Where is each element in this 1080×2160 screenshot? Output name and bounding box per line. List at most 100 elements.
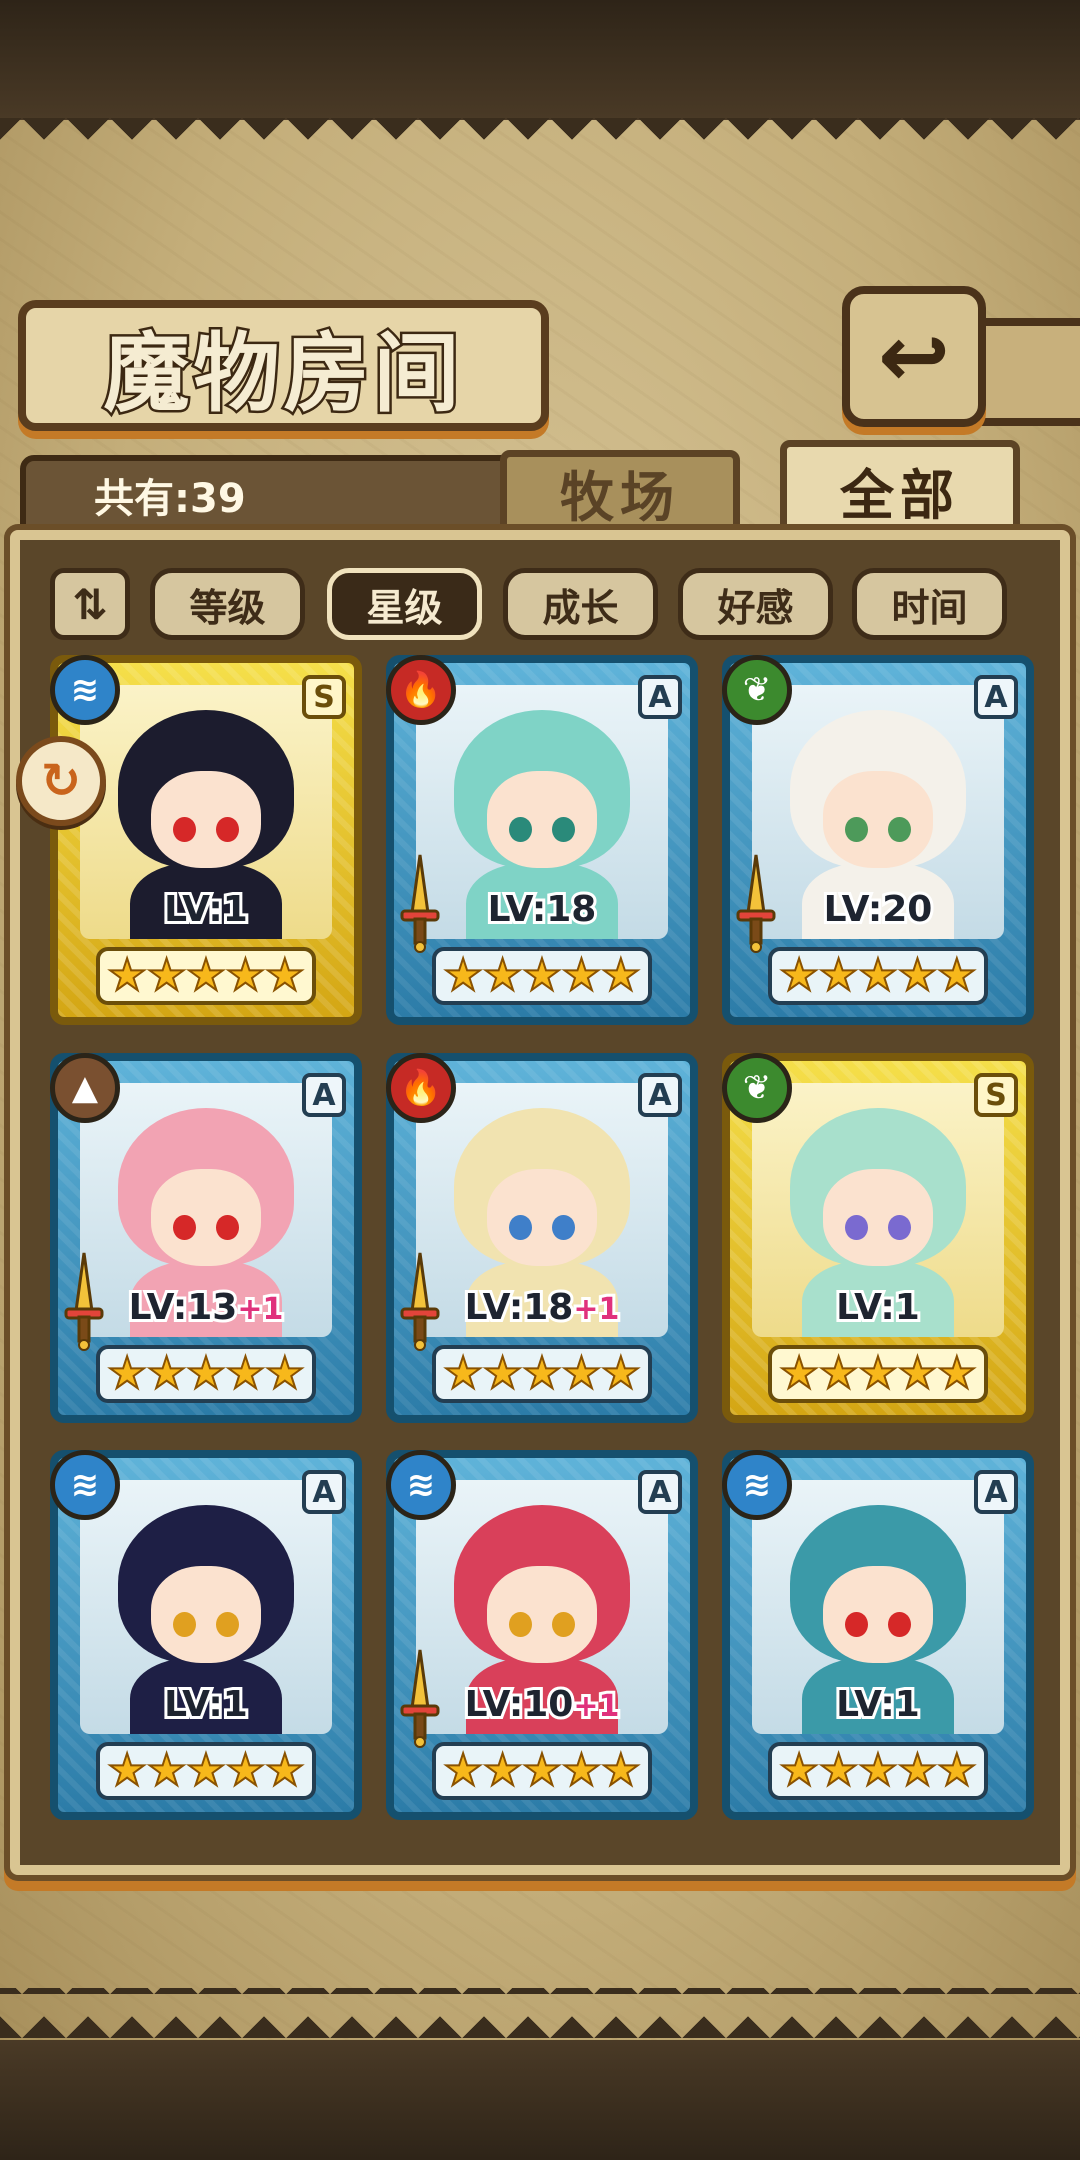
monster-card[interactable]: 🔥 A LV:18 ★ ★ ★ ★ ★ (386, 655, 698, 1025)
level-bonus: +1 (570, 1289, 622, 1330)
monster-face (486, 771, 598, 868)
star-icon: ★ (936, 1348, 977, 1399)
monster-level: LV:10+1 (462, 1681, 623, 1728)
star-icon: ★ (106, 950, 147, 1001)
monster-eye (216, 1215, 239, 1241)
rank-badge: A (974, 1470, 1018, 1514)
rank-badge: S (302, 675, 346, 719)
star-rating: ★ ★ ★ ★ ★ (432, 947, 652, 1005)
bottom-frame (0, 2040, 1080, 2160)
star-icon: ★ (521, 1348, 562, 1399)
star-icon: ★ (857, 1348, 898, 1399)
water-element-icon: ≋ (386, 1450, 456, 1520)
star-icon: ★ (185, 1348, 226, 1399)
monster-card[interactable]: ❦ S LV:1 ★ ★ ★ ★ ★ (722, 1053, 1034, 1423)
monster-face (822, 1566, 934, 1663)
back-button[interactable]: ↩ (842, 286, 986, 427)
monster-eye (888, 1215, 911, 1241)
star-icon: ★ (264, 1348, 305, 1399)
star-rating: ★ ★ ★ ★ ★ (432, 1742, 652, 1800)
star-icon: ★ (106, 1745, 147, 1796)
sort-growth-button[interactable]: 成长 (503, 568, 658, 640)
star-rating: ★ ★ ★ ★ ★ (432, 1345, 652, 1403)
star-rating: ★ ★ ★ ★ ★ (768, 947, 988, 1005)
star-rating: ★ ★ ★ ★ ★ (768, 1742, 988, 1800)
rank-badge: A (638, 1073, 682, 1117)
star-icon: ★ (818, 950, 859, 1001)
monster-eye (552, 1215, 575, 1241)
rank-badge: S (974, 1073, 1018, 1117)
earth-element-icon: ▲ (50, 1053, 120, 1123)
rank-badge: A (974, 675, 1018, 719)
monster-card[interactable]: 🔥 A LV:18+1 ★ ★ ★ ★ ★ (386, 1053, 698, 1423)
sort-level-button[interactable]: 等级 (150, 568, 305, 640)
monster-card[interactable]: ≋ S LV:1 ★ ★ ★ ★ ★ (50, 655, 362, 1025)
star-icon: ★ (897, 1348, 938, 1399)
star-icon: ★ (936, 950, 977, 1001)
monster-eye (216, 817, 239, 843)
star-icon: ★ (778, 950, 819, 1001)
star-icon: ★ (106, 1348, 147, 1399)
level-bonus: +1 (570, 1686, 622, 1727)
star-icon: ★ (521, 950, 562, 1001)
refresh-badge-button[interactable]: ↻ (16, 736, 106, 826)
sort-growth-label: 成长 (542, 585, 619, 630)
monster-face (486, 1169, 598, 1266)
torn-edge-bottom (0, 1988, 1080, 2038)
star-icon: ★ (185, 950, 226, 1001)
star-icon: ★ (521, 1745, 562, 1796)
monster-level: LV:1 (161, 886, 251, 933)
sort-time-label: 时间 (891, 585, 968, 630)
monster-card[interactable]: ≋ A LV:1 ★ ★ ★ ★ ★ (50, 1450, 362, 1820)
tab-all[interactable]: 全部 (780, 440, 1020, 540)
torn-edge-top (0, 118, 1080, 162)
monster-eye (888, 1612, 911, 1638)
star-rating: ★ ★ ★ ★ ★ (768, 1345, 988, 1403)
star-icon: ★ (442, 1348, 483, 1399)
fire-element-icon: 🔥 (386, 655, 456, 725)
star-icon: ★ (185, 1745, 226, 1796)
rank-badge: A (638, 675, 682, 719)
monster-face (486, 1566, 598, 1663)
sort-star-label: 星级 (366, 585, 443, 630)
star-icon: ★ (264, 1745, 305, 1796)
tab-ranch[interactable]: 牧场 (500, 450, 740, 535)
top-frame (0, 0, 1080, 120)
refresh-icon: ↻ (40, 753, 82, 809)
sort-affection-label: 好感 (717, 585, 794, 630)
monster-card[interactable]: ≋ A LV:1 ★ ★ ★ ★ ★ (722, 1450, 1034, 1820)
star-icon: ★ (225, 950, 266, 1001)
rank-badge: A (302, 1470, 346, 1514)
star-icon: ★ (146, 1348, 187, 1399)
sort-affection-button[interactable]: 好感 (678, 568, 833, 640)
rank-badge: A (302, 1073, 346, 1117)
page-title: 魔物房间 (101, 321, 464, 427)
monster-card[interactable]: ▲ A LV:13+1 ★ ★ ★ ★ ★ (50, 1053, 362, 1423)
monster-level: LV:1 (833, 1681, 923, 1728)
monster-card[interactable]: ❦ A LV:20 ★ ★ ★ ★ ★ (722, 655, 1034, 1025)
sort-level-label: 等级 (189, 585, 266, 630)
level-bonus: +1 (234, 1289, 286, 1330)
monster-eye (552, 817, 575, 843)
water-element-icon: ≋ (50, 1450, 120, 1520)
star-icon: ★ (442, 1745, 483, 1796)
star-icon: ★ (225, 1745, 266, 1796)
star-icon: ★ (225, 1348, 266, 1399)
star-icon: ★ (561, 950, 602, 1001)
sort-order-toggle[interactable]: ⇅ (50, 568, 130, 640)
star-icon: ★ (936, 1745, 977, 1796)
star-icon: ★ (818, 1745, 859, 1796)
star-icon: ★ (561, 1745, 602, 1796)
monster-card[interactable]: ≋ A LV:10+1 ★ ★ ★ ★ ★ (386, 1450, 698, 1820)
back-arrow-icon: ↩ (877, 306, 951, 407)
monster-count: 共有:39 (94, 476, 246, 522)
monster-level: LV:1 (161, 1681, 251, 1728)
tab-ranch-label: 牧场 (560, 465, 680, 529)
star-icon: ★ (482, 950, 523, 1001)
monster-face (150, 1169, 262, 1266)
star-icon: ★ (778, 1745, 819, 1796)
sort-time-button[interactable]: 时间 (852, 568, 1007, 640)
sort-star-button[interactable]: 星级 (327, 568, 482, 640)
monster-face (822, 771, 934, 868)
star-icon: ★ (146, 1745, 187, 1796)
